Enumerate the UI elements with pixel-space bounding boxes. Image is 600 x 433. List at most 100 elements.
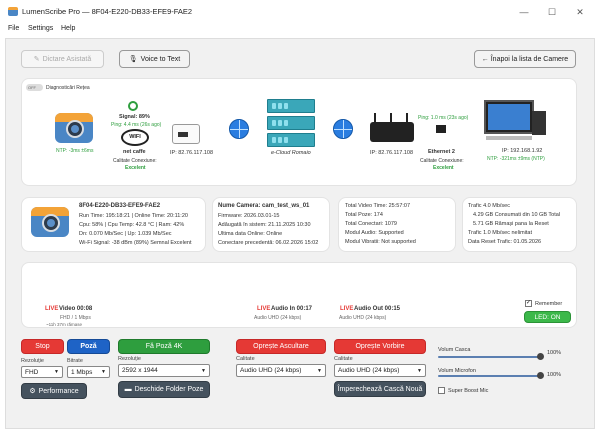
wifi-name: net caffe — [123, 149, 146, 155]
mic-volume-value: 100% — [547, 372, 562, 378]
camera-added: Adăugată în sistem: 21.11.2025 10:30 — [218, 222, 311, 228]
stop-speaking-button[interactable]: Oprește Vorbire — [334, 339, 426, 354]
globe-icon — [333, 119, 353, 139]
minimize-button[interactable]: — — [517, 5, 531, 19]
stop-listening-button[interactable]: Oprește Ascultare — [236, 339, 326, 354]
traffic-line4: Trafic 1.0 Mb/sec nelimitat — [468, 230, 532, 236]
video-stream-sub: FHD / 1 Mbps — [60, 315, 91, 321]
super-boost-label: Super Boost Mic — [448, 388, 489, 394]
audio-out-quality-select[interactable]: Audio UHD (24 kbps) ▼ — [334, 364, 426, 377]
camera-firmware: Firmware: 2026.03.01-15 — [218, 213, 280, 219]
led-label: LED: ON — [534, 313, 561, 321]
audio-in-label: Audio In 00:17 — [271, 306, 313, 312]
remember-label: Remember — [535, 301, 563, 307]
lan-quality-label: Calitate Conexiune: — [420, 158, 464, 164]
wifi-icon: WIFI — [121, 129, 149, 146]
computer-icon — [484, 100, 534, 134]
lan-quality-value: Excelent — [433, 165, 454, 171]
maximize-button[interactable]: ☐ — [545, 5, 559, 19]
pair-headset-label: Împerechează Cască Nouă — [337, 385, 423, 393]
open-photos-label: Deschide Folder Poze — [134, 386, 204, 393]
chevron-down-icon: ▼ — [201, 367, 206, 374]
audio-in-quality-select[interactable]: Audio UHD (24 kbps) ▼ — [236, 364, 326, 377]
audio-out-quality-value: Audio UHD (24 kbps) — [338, 367, 400, 374]
toggle-state: OFF — [28, 85, 36, 90]
headset-volume-value: 100% — [547, 350, 562, 356]
close-button[interactable]: ✕ — [573, 5, 587, 19]
camera-ntp: NTP: -3ms ±6ms — [56, 148, 94, 154]
bitrate-value: 1 Mbps — [71, 368, 93, 376]
stop-button[interactable]: Stop — [21, 339, 64, 354]
led-toggle-button[interactable]: LED: ON — [524, 311, 571, 323]
stats-total-con: Total Conectari: 1079 — [345, 221, 397, 227]
pen-icon: ✎ — [33, 56, 40, 63]
stats-total-poze: Total Poze: 174 — [345, 212, 383, 218]
super-boost-checkbox[interactable] — [438, 387, 445, 394]
audio-out-live-badge: LIVE — [340, 306, 354, 312]
mic-volume-knob[interactable] — [536, 372, 544, 379]
poza-button[interactable]: Poză — [67, 339, 110, 354]
performance-label: Performance — [38, 387, 79, 395]
resolution-label: Rezoluție — [21, 358, 44, 364]
folder-icon: ▬ — [124, 386, 132, 393]
stop-label: Stop — [35, 343, 50, 350]
traffic-line5: Data Reset Trafic: 01.05.2026 — [468, 239, 542, 245]
chevron-down-icon: ▼ — [317, 367, 322, 374]
audio-in-live-badge: LIVE — [257, 306, 271, 312]
audio-in-sub: Audio UHD (24 kbps) — [254, 315, 302, 321]
device-run-time: Run Time: 195:18:21 | Online Time: 20:11… — [79, 213, 188, 219]
menu-file[interactable]: File — [8, 25, 19, 32]
dictate-label: Dictare Asistată — [42, 55, 92, 63]
menu-help[interactable]: Help — [61, 25, 75, 32]
app-icon — [8, 7, 18, 16]
keyboard-icon — [486, 136, 532, 140]
photo-resolution-label: Rezoluție — [118, 356, 141, 362]
resolution-select[interactable]: FHD ▼ — [21, 366, 63, 378]
voice-label: Voice to Text — [140, 55, 181, 63]
stats-audio: Modul Audio: Supported — [345, 230, 404, 236]
chevron-down-icon: ▼ — [417, 367, 422, 374]
performance-button[interactable]: ⚙ Performance — [21, 383, 87, 399]
signal-ping: Ping: 4.4 ms (26s ago) — [111, 122, 162, 128]
open-photos-folder-button[interactable]: ▬ Deschide Folder Poze — [118, 381, 210, 398]
isp-ip: IP: 82.76.117.108 — [370, 150, 414, 156]
chevron-down-icon: ▼ — [101, 369, 106, 375]
stop-listening-label: Oprește Ascultare — [253, 343, 309, 350]
pc-ntp: NTP: -321ms ±9ms (NTP) — [487, 156, 545, 162]
headset-volume-knob[interactable] — [536, 353, 544, 360]
cloud-label: e-Cloud Romaio — [271, 150, 311, 156]
back-button[interactable]: ← Înapoi la lista de Camere — [474, 50, 576, 68]
stats-total-time: Total Video Time: 25:57:07 — [345, 203, 411, 209]
device-cpu: Cpu: 58% | Cpu Temp: 42.8 °C | Ram: 42% — [79, 222, 185, 228]
audio-in-quality-label: Calitate — [236, 356, 255, 362]
pair-headset-button[interactable]: Împerechează Cască Nouă — [334, 381, 426, 397]
quality-label: Calitate Conexiune: — [113, 158, 157, 164]
diagnostics-title: Diagnosticări Rețea — [46, 85, 90, 91]
bitrate-label: Bitrate — [67, 358, 83, 364]
bitrate-select[interactable]: 1 Mbps ▼ — [67, 366, 110, 378]
dictate-button[interactable]: ✎ Dictare Asistată — [21, 50, 104, 68]
signal-label: Signal: 89% — [119, 114, 150, 120]
server-icon — [267, 133, 315, 147]
traffic-line3: 5.71 GB Rămași pana la Reset — [473, 221, 549, 227]
poza-4k-button[interactable]: Fă Poză 4K — [118, 339, 210, 354]
headset-volume-label: Volum Casca — [438, 347, 471, 353]
video-stream-label: Video 00:08 — [59, 306, 93, 312]
voice-to-text-button[interactable]: 🎙 Voice to Text — [119, 50, 190, 68]
diagnostics-toggle[interactable]: OFF — [26, 84, 43, 91]
mic-volume-label: Volum Microfon — [438, 368, 476, 374]
photo-resolution-select[interactable]: 2592 x 1944 ▼ — [118, 364, 210, 377]
poza-4k-label: Fă Poză 4K — [145, 343, 183, 350]
title-bar: LumenScribe Pro — 8F04-E220-DB33-EFE9-FA… — [0, 0, 600, 24]
server-icon — [267, 99, 315, 113]
mic-volume-slider[interactable] — [438, 375, 540, 377]
stop-speaking-label: Oprește Vorbire — [355, 343, 405, 350]
device-wifi: Wi-Fi Signal: -38 dBm (89%) Semnal Excel… — [79, 240, 192, 246]
audio-out-sub: Audio UHD (24 kbps) — [339, 315, 387, 321]
headset-volume-slider[interactable] — [438, 356, 540, 358]
remember-checkbox[interactable]: ✓ — [525, 300, 532, 307]
device-id: 8F04-E220-DB33-EFE9-FAE2 — [79, 203, 161, 209]
router-icon — [370, 113, 414, 142]
menu-settings[interactable]: Settings — [28, 25, 53, 32]
video-remaining: ~11h 37m rămase — [46, 322, 83, 327]
